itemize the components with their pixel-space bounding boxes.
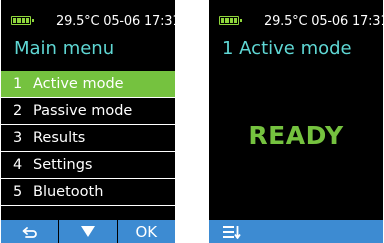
down-softkey[interactable] bbox=[58, 220, 116, 243]
menu-item-active-mode[interactable]: 1 Active mode bbox=[1, 71, 175, 97]
back-softkey[interactable] bbox=[1, 220, 58, 243]
menu-item-passive-mode[interactable]: 2 Passive mode bbox=[1, 98, 175, 124]
menu-item-results[interactable]: 3 Results bbox=[1, 125, 175, 151]
battery-full-icon bbox=[219, 16, 242, 25]
down-triangle-icon bbox=[80, 226, 95, 237]
menu-list-icon bbox=[223, 225, 241, 239]
active-mode-screen: 29.5°C 05-06 17:31 1 Active mode READY bbox=[209, 0, 383, 243]
menu-item-number: 5 bbox=[13, 184, 23, 200]
menu-item-label: Settings bbox=[33, 157, 93, 173]
softkey-bar bbox=[209, 220, 383, 243]
menu-item-label: Bluetooth bbox=[33, 184, 104, 200]
menu-item-number: 1 bbox=[13, 76, 23, 92]
status-readout: 29.5°C 05-06 17:31 bbox=[56, 14, 175, 29]
main-menu-list: 1 Active mode 2 Passive mode 3 Results 4 Set… bbox=[1, 71, 175, 206]
status-bar: 29.5°C 05-06 17:31 bbox=[1, 13, 175, 31]
date-readout: 05-06 bbox=[311, 14, 349, 29]
time-readout: 17:31 bbox=[143, 14, 175, 29]
menu-softkey[interactable] bbox=[209, 220, 255, 243]
menu-item-settings[interactable]: 4 Settings bbox=[1, 152, 175, 178]
temperature-readout: 29.5°C bbox=[56, 14, 100, 29]
time-readout: 17:31 bbox=[351, 14, 383, 29]
menu-item-label: Results bbox=[33, 130, 86, 146]
status-readout: 29.5°C 05-06 17:31 bbox=[264, 14, 383, 29]
softkey-bar: OK bbox=[1, 220, 175, 243]
main-menu-screen: 29.5°C 05-06 17:31 Main menu 1 Active mod… bbox=[1, 0, 175, 243]
menu-item-number: 3 bbox=[13, 130, 23, 146]
screen-title: Main menu bbox=[14, 38, 115, 59]
status-bar: 29.5°C 05-06 17:31 bbox=[209, 13, 383, 31]
ready-status: READY bbox=[248, 121, 344, 150]
menu-item-label: Passive mode bbox=[33, 103, 133, 119]
menu-item-label: Active mode bbox=[33, 76, 124, 92]
ok-softkey[interactable]: OK bbox=[116, 220, 175, 243]
menu-item-number: 2 bbox=[13, 103, 23, 119]
menu-item-number: 4 bbox=[13, 157, 23, 173]
temperature-readout: 29.5°C bbox=[264, 14, 308, 29]
battery-full-icon bbox=[11, 16, 34, 25]
back-arrow-icon bbox=[22, 226, 37, 238]
menu-item-bluetooth[interactable]: 5 Bluetooth bbox=[1, 179, 175, 205]
screen-title: 1 Active mode bbox=[222, 38, 352, 59]
date-readout: 05-06 bbox=[103, 14, 141, 29]
menu-divider bbox=[1, 205, 175, 206]
